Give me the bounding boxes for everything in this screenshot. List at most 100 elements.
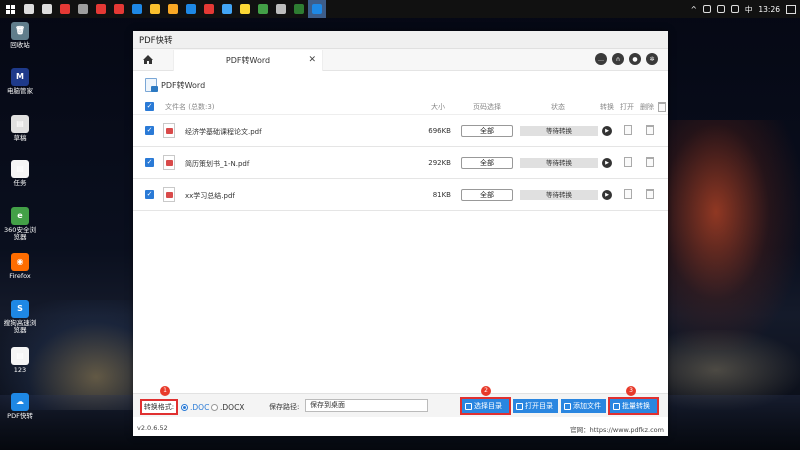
website-link[interactable]: 官网：https://www.pdfkz.com (570, 424, 664, 434)
radio-doc-label[interactable]: .DOC (190, 403, 209, 412)
select-all-checkbox[interactable]: ✓ (145, 102, 154, 111)
edge-icon[interactable] (128, 0, 146, 18)
desktop-icon[interactable]: ☁ PDF快转 (2, 393, 38, 420)
volume-icon[interactable] (730, 5, 739, 13)
tab-bar: PDF转Word ✕ … ∩ ● ✲ (133, 49, 668, 71)
radio-doc[interactable] (181, 404, 188, 411)
desktop-icon[interactable]: 🗑 回收站 (2, 22, 38, 49)
home-icon (143, 55, 153, 64)
page-select-button[interactable]: 全部 (461, 157, 513, 169)
add-files-label: 添加文件 (573, 402, 601, 410)
row-checkbox[interactable]: ✓ (145, 126, 154, 135)
row-checkbox[interactable]: ✓ (145, 190, 154, 199)
desktop-icon-label: 电脑管家 (7, 87, 33, 95)
folder-icon (465, 402, 472, 410)
app-gray2-icon[interactable] (272, 0, 290, 18)
app-yellow-icon[interactable] (236, 0, 254, 18)
pdf-file-icon (163, 155, 175, 170)
user-icon[interactable]: ● (629, 53, 641, 65)
search-icon-glyph (24, 4, 34, 14)
batch-convert-button[interactable]: 批量转换 (608, 397, 659, 415)
trash-icon[interactable] (658, 102, 666, 112)
window-titlebar: PDF快转 (133, 31, 668, 49)
taskbar: ^ 中 13:26 (0, 0, 800, 18)
window-title: PDF快转 (139, 35, 173, 46)
play-icon[interactable]: ▶ (602, 158, 612, 168)
wechat-icon-glyph (258, 4, 268, 14)
chrome-icon-glyph (150, 4, 160, 14)
col-status: 状态 (551, 102, 565, 111)
chevron-up-icon[interactable]: ^ (691, 5, 697, 14)
desktop-app-icon: M (11, 68, 29, 86)
status-badge: 等待转换 (520, 126, 598, 136)
radio-docx[interactable] (211, 404, 218, 411)
status-badge: 等待转换 (520, 190, 598, 200)
desktop-icon[interactable]: e 360安全浏览器 (2, 207, 38, 242)
desktop-icon[interactable]: ◉ Firefox (2, 253, 38, 280)
taskbar-apps (20, 0, 326, 18)
chat-icon[interactable]: … (595, 53, 607, 65)
trash-icon[interactable] (646, 125, 654, 135)
app-blue2-icon[interactable] (218, 0, 236, 18)
clock[interactable]: 13:26 (758, 5, 780, 14)
desktop-icon[interactable]: ▤ 123 (2, 347, 38, 374)
tab-pdf-to-word[interactable]: PDF转Word ✕ (173, 50, 323, 71)
open-file-icon[interactable] (624, 189, 632, 199)
wechat-icon[interactable] (254, 0, 272, 18)
app-red-icon[interactable] (56, 0, 74, 18)
open-file-icon[interactable] (624, 157, 632, 167)
desktop-app-icon: ☁ (11, 393, 29, 411)
gear-icon[interactable]: ✲ (646, 53, 658, 65)
pdf-app-icon[interactable] (308, 0, 326, 18)
desktop-icon-label: PDF快转 (7, 412, 33, 420)
mail-icon-glyph (114, 4, 124, 14)
file-name: 简历策划书_1-N.pdf (185, 160, 250, 168)
file-list: ✓ 经济学基础课程论文.pdf 696KB 全部 等待转换 ▶ ✓ 简历策划书_1-N.pdf… (133, 115, 668, 211)
app-gray-icon[interactable] (74, 0, 92, 18)
app-blue2-icon-glyph (222, 4, 232, 14)
desktop-icon-label: 360安全浏览器 (4, 226, 36, 242)
trash-icon[interactable] (646, 189, 654, 199)
add-files-button[interactable]: 添加文件 (561, 399, 606, 413)
page-select-button[interactable]: 全部 (461, 125, 513, 137)
save-path-input[interactable]: 保存到桌面 (305, 399, 428, 412)
play-icon[interactable]: ▶ (602, 126, 612, 136)
folder-icon[interactable] (164, 0, 182, 18)
app-blue-icon-glyph (186, 4, 196, 14)
open-dir-button[interactable]: 打开目录 (513, 399, 558, 413)
status-badge: 等待转换 (520, 158, 598, 168)
radio-docx-label[interactable]: .DOCX (220, 403, 244, 412)
desktop-icon[interactable]: ▤ 任务 (2, 160, 38, 187)
app-blue-icon[interactable] (182, 0, 200, 18)
home-button[interactable] (133, 49, 163, 71)
chrome-icon[interactable] (146, 0, 164, 18)
app-red3-icon[interactable] (200, 0, 218, 18)
task-view-icon[interactable] (38, 0, 56, 18)
folder-icon-glyph (168, 4, 178, 14)
start-button[interactable] (0, 0, 20, 18)
notification-icon[interactable] (786, 4, 796, 14)
page-select-button[interactable]: 全部 (461, 189, 513, 201)
network-icon[interactable] (716, 5, 725, 13)
play-icon[interactable]: ▶ (602, 190, 612, 200)
col-open: 打开 (620, 102, 634, 111)
ime-indicator[interactable]: 中 (745, 4, 753, 15)
desktop-icon[interactable]: ▤ 草稿 (2, 115, 38, 142)
shield-icon[interactable] (702, 5, 711, 13)
mail-icon[interactable] (110, 0, 128, 18)
choose-dir-label: 选择目录 (474, 402, 502, 410)
app-red2-icon-glyph (96, 4, 106, 14)
desktop-icon[interactable]: M 电脑管家 (2, 68, 38, 95)
trash-icon[interactable] (646, 157, 654, 167)
excel-icon[interactable] (290, 0, 308, 18)
search-icon[interactable] (20, 0, 38, 18)
open-file-icon[interactable] (624, 125, 632, 135)
app-yellow-icon-glyph (240, 4, 250, 14)
app-gray2-icon-glyph (276, 4, 286, 14)
app-red2-icon[interactable] (92, 0, 110, 18)
headset-icon[interactable]: ∩ (612, 53, 624, 65)
desktop-icon[interactable]: S 搜狗高速浏览器 (2, 300, 38, 335)
row-checkbox[interactable]: ✓ (145, 158, 154, 167)
close-icon[interactable]: ✕ (308, 55, 316, 65)
choose-dir-button[interactable]: 选择目录 (460, 397, 511, 415)
